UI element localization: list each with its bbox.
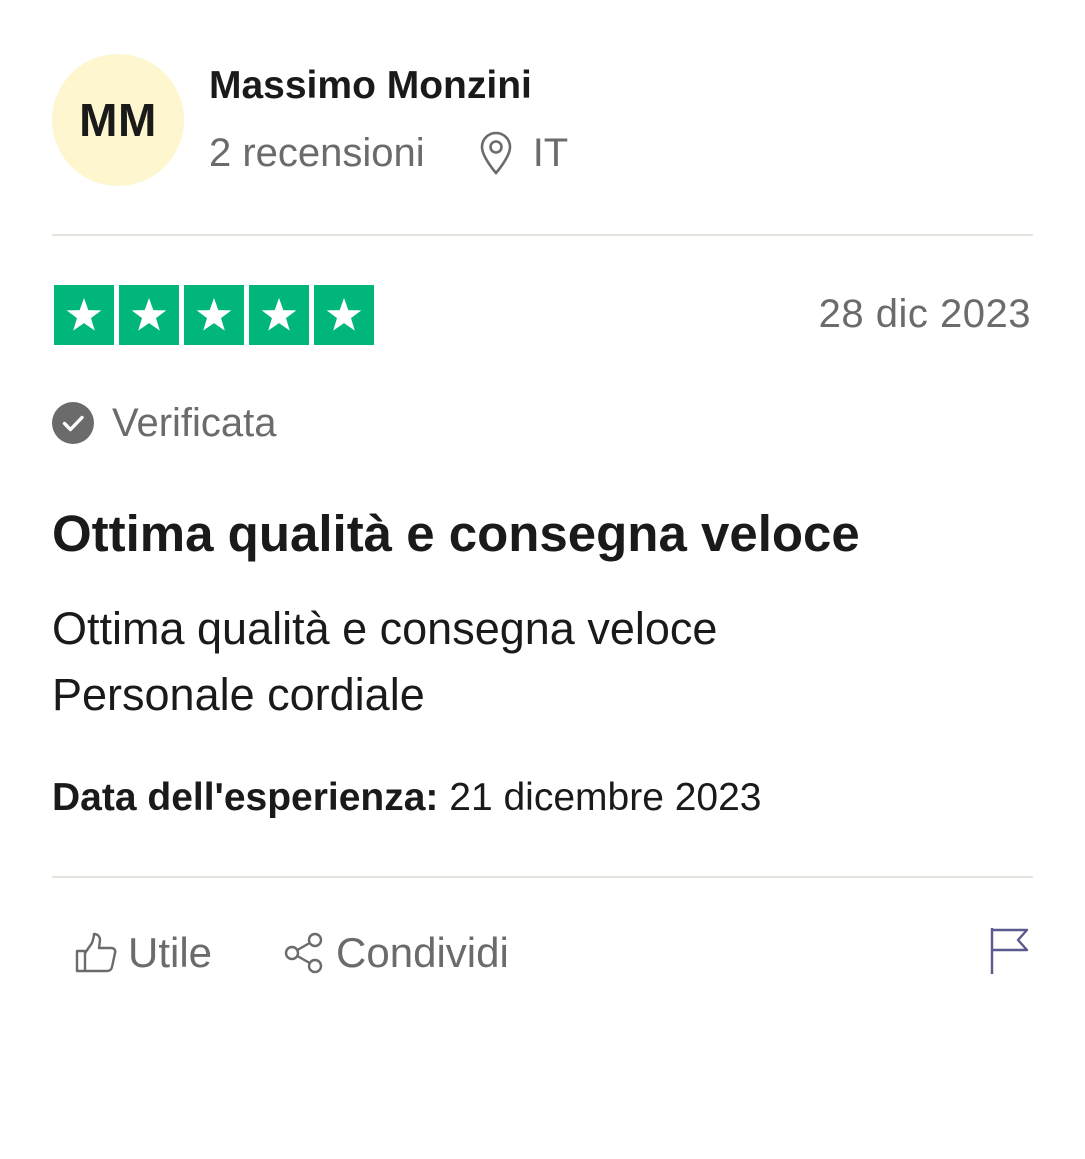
- thumbs-up-icon: [74, 931, 118, 975]
- divider: [52, 234, 1033, 236]
- star-icon: [54, 285, 114, 345]
- location-pin-icon: [477, 130, 515, 176]
- reviewer-country: IT: [532, 130, 569, 175]
- divider: [52, 876, 1033, 878]
- helpful-button[interactable]: Utile: [74, 929, 212, 977]
- review-body: Ottima qualità e consegna veloce Persona…: [52, 596, 717, 728]
- reviewer-meta: 2 recensioni IT: [209, 130, 568, 176]
- experience-date-value: 21 dicembre 2023: [449, 776, 762, 819]
- verified-check-icon: [52, 402, 94, 444]
- flag-icon: [987, 926, 1031, 976]
- experience-date: Data dell'esperienza: 21 dicembre 2023: [52, 776, 761, 820]
- review-card: MM Massimo Monzini 2 recensioni IT 28 di…: [52, 0, 1033, 1159]
- star-icon: [249, 285, 309, 345]
- review-date: 28 dic 2023: [818, 292, 1031, 336]
- reviewer-name[interactable]: Massimo Monzini: [209, 64, 532, 108]
- share-icon: [282, 931, 326, 975]
- star-icon: [184, 285, 244, 345]
- verified-badge[interactable]: Verificata: [52, 400, 277, 446]
- review-body-line: Ottima qualità e consegna veloce: [52, 603, 718, 654]
- report-flag-button[interactable]: [987, 926, 1031, 976]
- share-label: Condividi: [336, 929, 509, 976]
- star-icon: [314, 285, 374, 345]
- reviews-count: 2 recensioni: [209, 130, 425, 175]
- review-title: Ottima qualità e consegna veloce: [52, 505, 860, 562]
- review-actions: Utile Condividi: [74, 926, 509, 980]
- star-rating: [54, 285, 374, 345]
- experience-date-label: Data dell'esperienza:: [52, 776, 439, 819]
- avatar[interactable]: MM: [52, 54, 184, 186]
- helpful-label: Utile: [128, 929, 213, 976]
- star-icon: [119, 285, 179, 345]
- review-body-line: Personale cordiale: [52, 669, 425, 720]
- verified-label: Verificata: [112, 400, 277, 445]
- share-button[interactable]: Condividi: [282, 929, 509, 977]
